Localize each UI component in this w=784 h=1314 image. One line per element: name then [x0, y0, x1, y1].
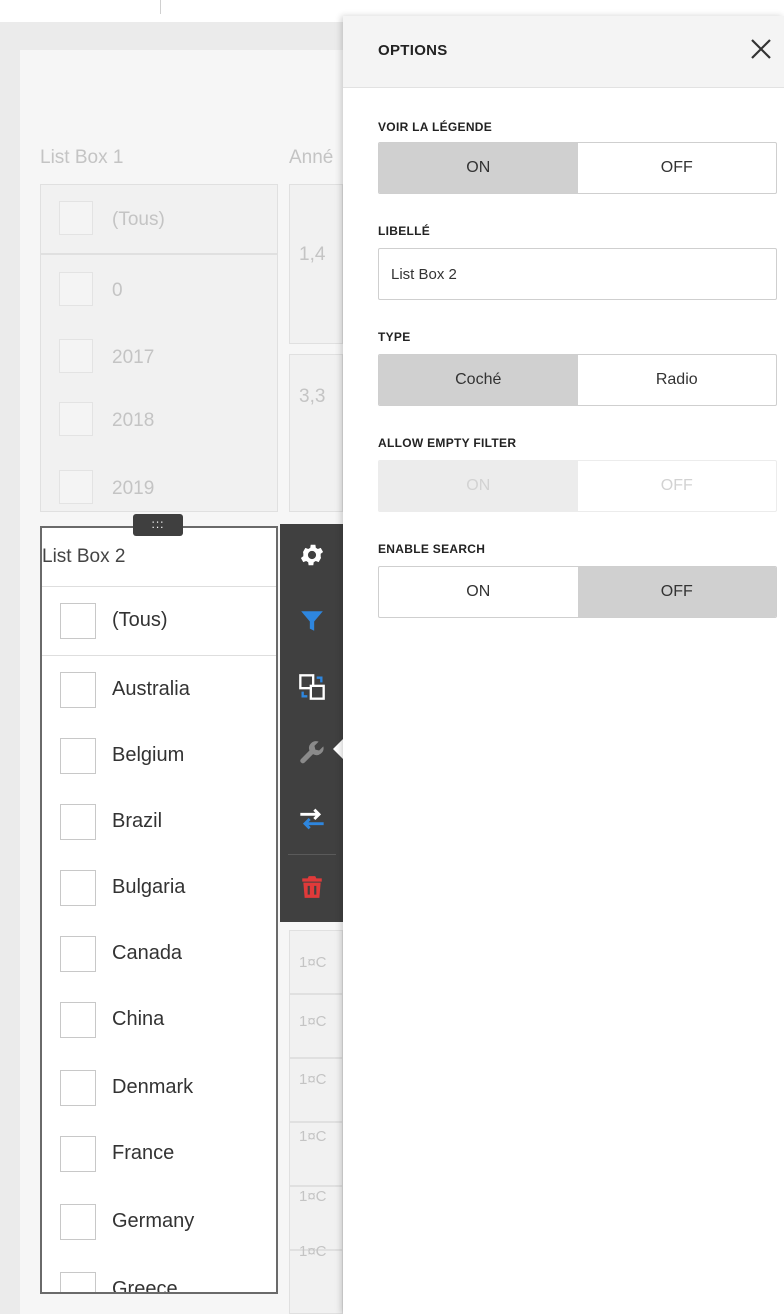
list-box-1-checkbox — [59, 201, 93, 235]
top-bar-divider — [160, 0, 161, 14]
type-checked-option[interactable]: Coché — [379, 355, 578, 405]
year-widget-title: Anné — [289, 147, 334, 168]
list-box-1-item: 2018 — [112, 410, 155, 431]
table-cell-text: 1¤C — [299, 1071, 327, 1088]
type-radio-option[interactable]: Radio — [578, 355, 777, 405]
checkbox[interactable] — [60, 672, 96, 708]
toolbar-divider — [288, 854, 336, 855]
allow-empty-filter-off: OFF — [660, 477, 693, 494]
list-box-1-title: List Box 1 — [40, 147, 124, 168]
checkbox[interactable] — [60, 870, 96, 906]
list-item[interactable]: Bulgaria — [42, 855, 276, 921]
options-panel: OPTIONS VOIR LA LÉGENDE ON OFF LIBELLÉ T… — [343, 16, 784, 1314]
close-icon — [749, 37, 773, 66]
checkbox[interactable] — [60, 1272, 96, 1292]
allow-empty-filter-toggle: ON OFF — [378, 460, 777, 512]
checkbox[interactable] — [60, 804, 96, 840]
list-box-1-checkbox — [59, 470, 93, 504]
list-box-1-checkbox — [59, 339, 93, 373]
checkbox[interactable] — [60, 603, 96, 639]
list-item-label: Belgium — [112, 744, 185, 766]
list-item-label: Australia — [112, 678, 190, 700]
enable-search-on[interactable]: ON — [379, 567, 578, 617]
type-label: TYPE — [378, 330, 411, 344]
table-cell-text: 1¤C — [299, 1013, 327, 1030]
convert-button[interactable] — [280, 656, 344, 722]
options-panel-header: OPTIONS — [343, 16, 784, 88]
list-box-1-checkbox — [59, 272, 93, 306]
allow-empty-filter-label: ALLOW EMPTY FILTER — [378, 436, 517, 450]
trash-icon — [299, 873, 325, 906]
checkbox[interactable] — [60, 738, 96, 774]
gear-icon — [298, 541, 326, 574]
convert-icon — [298, 673, 326, 706]
divider — [42, 655, 276, 656]
list-item-label: Brazil — [112, 810, 163, 832]
filter-button[interactable] — [280, 590, 344, 656]
list-box-1-checkbox — [59, 402, 93, 436]
table-cell-text: 1¤C — [299, 954, 327, 971]
divider — [42, 586, 276, 587]
year-widget-value: 1,4 — [299, 244, 326, 265]
show-legend-label: VOIR LA LÉGENDE — [378, 120, 493, 134]
allow-empty-filter-on: ON — [379, 461, 578, 511]
enable-search-off[interactable]: OFF — [577, 567, 776, 617]
list-item-label: (Tous) — [112, 609, 168, 631]
list-item-label: Denmark — [112, 1076, 194, 1098]
list-item-label: Germany — [112, 1210, 195, 1232]
wrench-icon — [298, 739, 326, 772]
table-cell-text: 1¤C — [299, 1128, 327, 1145]
checkbox[interactable] — [60, 1136, 96, 1172]
type-toggle: Coché Radio — [378, 354, 777, 406]
delete-button[interactable] — [280, 856, 344, 922]
list-item[interactable]: China — [42, 987, 276, 1053]
list-item-select-all[interactable]: (Tous) — [42, 588, 276, 654]
list-item-label: Bulgaria — [112, 876, 186, 898]
year-widget-value: 3,3 — [299, 386, 326, 407]
close-button[interactable] — [744, 34, 778, 68]
list-box-1-item: 2019 — [112, 478, 155, 499]
list-box-2[interactable]: List Box 2 (Tous) Australia Belgium Braz… — [40, 526, 278, 1294]
caption-input[interactable] — [378, 248, 777, 300]
enable-search-toggle: ON OFF — [378, 566, 777, 618]
list-box-1-item: 2017 — [112, 347, 155, 368]
list-item-label: Greece — [112, 1278, 178, 1294]
year-widget-cell — [289, 354, 343, 512]
list-item-label: China — [112, 1008, 165, 1030]
swap-arrows-icon — [298, 805, 326, 838]
checkbox[interactable] — [60, 1204, 96, 1240]
checkbox[interactable] — [60, 1002, 96, 1038]
checkbox[interactable] — [60, 1070, 96, 1106]
enable-search-label: ENABLE SEARCH — [378, 542, 486, 556]
table-cell-text: 1¤C — [299, 1243, 327, 1260]
list-item[interactable]: Greece — [42, 1257, 276, 1294]
caption-label: LIBELLÉ — [378, 224, 431, 238]
list-box-1-item: 0 — [112, 280, 123, 301]
panel-title: OPTIONS — [378, 42, 448, 59]
list-item-label: Canada — [112, 942, 183, 964]
filter-icon — [299, 608, 325, 639]
list-item[interactable]: Australia — [42, 657, 276, 723]
list-box-1-item: (Tous) — [112, 209, 165, 230]
checkbox[interactable] — [60, 936, 96, 972]
table-cell-text: 1¤C — [299, 1188, 327, 1205]
table-cell — [289, 1058, 343, 1122]
list-item[interactable]: Canada — [42, 921, 276, 987]
list-box-2-title: List Box 2 — [42, 546, 126, 567]
list-item[interactable]: Belgium — [42, 723, 276, 789]
list-item[interactable]: Brazil — [42, 789, 276, 855]
interactivity-button[interactable] — [280, 788, 344, 854]
list-item[interactable]: Denmark — [42, 1055, 276, 1121]
show-legend-off[interactable]: OFF — [578, 143, 777, 193]
list-item-label: France — [112, 1142, 175, 1164]
list-item[interactable]: Germany — [42, 1189, 276, 1255]
drag-handle[interactable]: ::: — [133, 514, 183, 536]
show-legend-on[interactable]: ON — [379, 143, 578, 193]
item-toolbar — [280, 524, 344, 922]
list-item[interactable]: France — [42, 1121, 276, 1187]
show-legend-toggle: ON OFF — [378, 142, 777, 194]
options-button[interactable] — [280, 524, 344, 590]
